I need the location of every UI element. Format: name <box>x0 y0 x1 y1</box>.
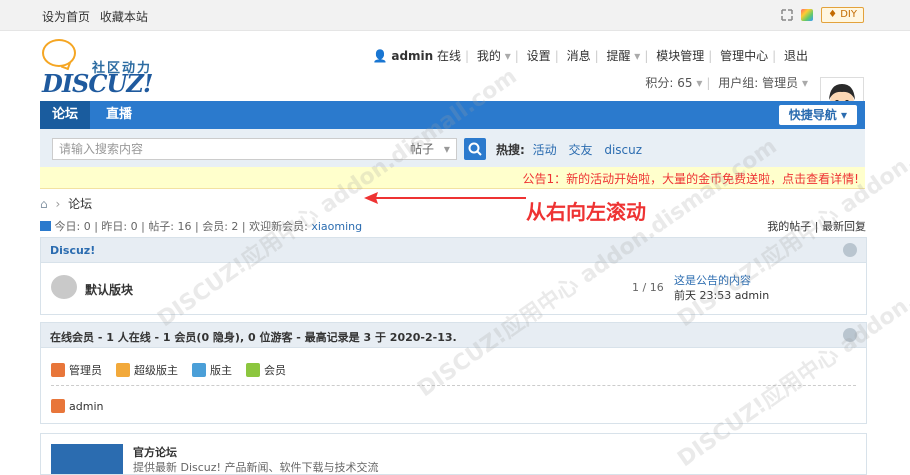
chevron-down-icon: ▾ <box>840 108 847 122</box>
hot-item[interactable]: 交友 <box>568 143 592 157</box>
quick-nav-label: 快捷导航 <box>788 108 837 122</box>
forum-name-link[interactable]: 默认版块 <box>85 281 133 298</box>
last-post-title-link[interactable]: 这是公告的内容 <box>674 273 769 288</box>
hot-item[interactable]: 活动 <box>533 143 557 157</box>
bookmark-link[interactable]: 收藏本站 <box>100 10 148 24</box>
set-home-link[interactable]: 设为首页 <box>42 10 90 24</box>
top-tools: ♦ DIY <box>781 7 864 23</box>
scroll-annotation: 从右向左滚动 <box>526 200 646 224</box>
role-item: 版主 <box>192 362 232 378</box>
admin-center-link[interactable]: 管理中心 <box>720 49 768 63</box>
my-posts-link[interactable]: 我的帖子 <box>767 220 811 233</box>
forum-stats: 今日: 0 | 昨日: 0 | 帖子: 16 | 会员: 2 | 欢迎新会员: … <box>40 218 362 234</box>
admin-role-icon <box>51 399 65 413</box>
logo-en: DISCUZ! <box>42 69 153 98</box>
search-bar: 请输入搜索内容 帖子 ▾ 热搜: 活动 交友 discuz <box>40 129 865 167</box>
points[interactable]: 积分: 65 <box>645 76 692 90</box>
friend-desc: 提供最新 Discuz! 产品新闻、软件下载与技术交流 <box>133 461 379 474</box>
reminders-link[interactable]: 提醒 <box>606 49 630 63</box>
stat-welcome: 欢迎新会员: <box>249 220 312 233</box>
messages-link[interactable]: 消息 <box>567 49 591 63</box>
stats-icon <box>40 221 51 231</box>
collapse-icon[interactable] <box>843 328 857 342</box>
diy-button[interactable]: ♦ DIY <box>821 7 864 23</box>
last-post-meta: 前天 23:53 admin <box>674 289 770 302</box>
user-icon: 👤 <box>372 49 388 63</box>
tab-live[interactable]: 直播 <box>94 101 144 129</box>
announcement-bar: 公告1：新的活动开始啦，大量的金币免费送啦，点击查看详情! <box>40 167 865 189</box>
home-icon[interactable]: ⌂ <box>40 197 48 211</box>
stat-members: 会员: 2 <box>202 220 239 233</box>
collapse-icon[interactable] <box>843 243 857 257</box>
role-label: 超级版主 <box>134 364 178 377</box>
search-type-label: 帖子 <box>410 142 435 156</box>
arrow-left-icon <box>364 192 526 204</box>
my-menu[interactable]: 我的 <box>477 49 501 63</box>
top-bar: 设为首页 收藏本站 ♦ DIY <box>0 0 910 31</box>
forum-row: 默认版块 1 / 16 这是公告的内容 前天 23:53 admin <box>41 263 866 313</box>
fullscreen-icon[interactable] <box>781 9 793 21</box>
top-links: 设为首页 收藏本站 <box>42 8 154 25</box>
user-group[interactable]: 用户组: 管理员 <box>718 76 798 90</box>
online-member-link[interactable]: admin <box>69 400 103 413</box>
role-label: 管理员 <box>69 364 102 377</box>
newest-member-link[interactable]: xiaoming <box>311 220 362 233</box>
user-bar: 👤 admin 在线 | 我的 ▾ | 设置 | 消息 | 提醒 ▾ | 模块管理 | 管理… <box>372 49 808 90</box>
breadcrumb-forum[interactable]: 论坛 <box>68 197 92 211</box>
online-title[interactable]: 在线会员 - 1 人在线 - 1 会员(0 隐身), 0 位游客 - 最高记录是… <box>50 329 457 345</box>
role-item: 会员 <box>246 362 286 378</box>
quick-nav-button[interactable]: 快捷导航 ▾ <box>778 105 857 125</box>
search-button[interactable] <box>464 138 486 160</box>
forum-group-header: Discuz! <box>41 238 866 263</box>
module-admin-link[interactable]: 模块管理 <box>656 49 704 63</box>
latest-replies-link[interactable]: 最新回复 <box>822 220 866 233</box>
online-header: 在线会员 - 1 人在线 - 1 会员(0 隐身), 0 位游客 - 最高记录是… <box>41 323 866 348</box>
online-members-card: 在线会员 - 1 人在线 - 1 会员(0 隐身), 0 位游客 - 最高记录是… <box>40 322 867 424</box>
logo-bubble-icon <box>42 39 76 67</box>
tab-forum[interactable]: 论坛 <box>40 101 91 129</box>
role-label: 版主 <box>210 364 232 377</box>
online-member: admin <box>51 399 103 413</box>
user-status: 在线 <box>437 49 462 63</box>
site-logo[interactable]: 社区动力 DISCUZ! <box>42 39 162 98</box>
search-input[interactable]: 请输入搜索内容 <box>52 138 412 160</box>
stats-links: 我的帖子 | 最新回复 <box>767 220 866 233</box>
role-legend: 管理员 超级版主 版主 会员 <box>51 362 286 378</box>
forum-group-card: Discuz! 默认版块 1 / 16 这是公告的内容 前天 23:53 adm… <box>40 237 867 315</box>
header: 社区动力 DISCUZ! 👤 admin 在线 | 我的 ▾ | 设置 | 消息 | 提… <box>0 31 910 121</box>
forum-count: 1 / 16 <box>632 281 664 294</box>
stat-yesterday: 昨日: 0 <box>101 220 138 233</box>
moderator-role-icon <box>192 363 206 377</box>
super-moderator-role-icon <box>116 363 130 377</box>
role-item: 超级版主 <box>116 362 178 378</box>
hot-item[interactable]: discuz <box>604 143 642 157</box>
role-item: 管理员 <box>51 362 102 378</box>
logout-link[interactable]: 退出 <box>784 49 808 63</box>
admin-role-icon <box>51 363 65 377</box>
stat-posts: 帖子: 16 <box>148 220 192 233</box>
hot-search: 热搜: 活动 交友 discuz <box>496 141 650 158</box>
stat-today: 今日: 0 <box>54 220 91 233</box>
member-role-icon <box>246 363 260 377</box>
username-link[interactable]: admin <box>391 49 433 63</box>
announcement-text[interactable]: 公告1：新的活动开始啦，大量的金币免费送啦，点击查看详情! <box>523 170 859 187</box>
settings-link[interactable]: 设置 <box>527 49 551 63</box>
search-type-select[interactable]: 帖子 ▾ <box>404 138 457 160</box>
forum-status-icon <box>51 275 77 299</box>
friend-title[interactable]: 官方论坛 <box>133 444 177 460</box>
role-label: 会员 <box>264 364 286 377</box>
search-icon <box>468 142 482 156</box>
divider <box>51 385 856 386</box>
theme-icon[interactable] <box>801 9 814 21</box>
diy-label: DIY <box>840 9 857 20</box>
forum-group-title[interactable]: Discuz! <box>50 244 95 257</box>
main-nav: 论坛 直播 快捷导航 ▾ <box>40 101 865 129</box>
breadcrumb: ⌂ › 论坛 <box>40 197 93 211</box>
friend-link-card: 官方论坛 提供最新 Discuz! 产品新闻、软件下载与技术交流 <box>40 433 867 475</box>
hot-label: 热搜: <box>496 143 525 157</box>
friend-logo-image[interactable] <box>51 444 123 474</box>
forum-last-post: 这是公告的内容 前天 23:53 admin <box>674 273 769 303</box>
